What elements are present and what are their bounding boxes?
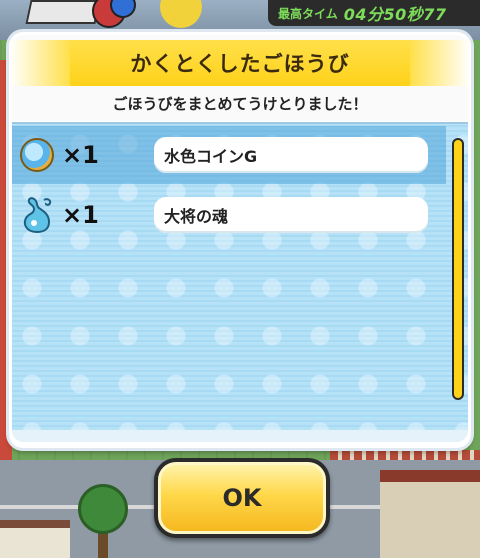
dialog-title: かくとくしたごほうび — [130, 52, 350, 76]
reward-row[interactable]: ×1 水色コインG — [12, 126, 446, 184]
reward-name: 大将の魂 — [154, 197, 428, 233]
best-time-hud: 最高タイム 04分50秒77 — [268, 0, 480, 26]
list-footer-bar — [12, 430, 468, 442]
blue-coin-icon — [20, 138, 54, 172]
dialog-header: かくとくしたごほうび ごほうびをまとめてうけとりました！ — [10, 35, 470, 121]
reward-quantity: ×1 — [62, 141, 99, 169]
house-left — [0, 520, 70, 558]
reward-list[interactable]: ×1 水色コインG ×1 大将の魂 — [12, 122, 468, 442]
house-right — [380, 470, 480, 558]
reward-icon-slot — [12, 126, 62, 184]
reward-icon-slot — [12, 186, 62, 244]
list-scrollbar[interactable] — [452, 138, 464, 400]
title-bar: かくとくしたごほうび — [10, 40, 470, 86]
fence — [330, 450, 480, 460]
best-time-label: 最高タイム — [278, 6, 338, 21]
banner-decoration — [25, 0, 101, 24]
ok-button-label: OK — [222, 484, 262, 512]
soul-icon — [23, 197, 52, 234]
ok-button[interactable]: OK — [154, 458, 330, 538]
reward-dialog: かくとくしたごほうび ごほうびをまとめてうけとりました！ ×1 水色コインG ×… — [9, 32, 471, 448]
reward-name: 水色コインG — [154, 137, 428, 173]
tree — [78, 484, 128, 534]
reward-row[interactable]: ×1 大将の魂 — [12, 186, 446, 244]
dialog-subtitle: ごほうびをまとめてうけとりました！ — [112, 95, 368, 113]
ok-button-face[interactable]: OK — [158, 462, 326, 534]
reward-quantity: ×1 — [62, 201, 99, 229]
best-time-value: 04分50秒77 — [343, 5, 447, 24]
